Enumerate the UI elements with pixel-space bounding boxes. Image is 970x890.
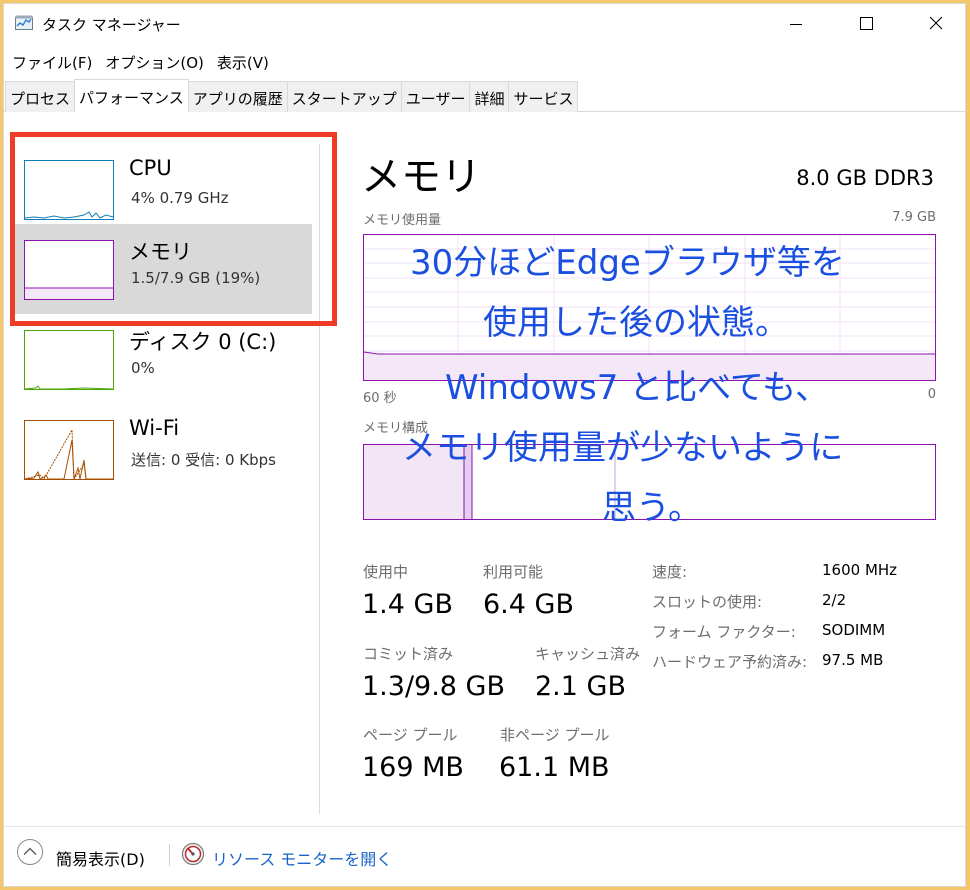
resource-name: メモリ [129, 240, 192, 264]
resource-name: ディスク 0 (C:) [129, 330, 277, 354]
committed-label: コミット済み [363, 645, 454, 663]
footer-divider [4, 826, 965, 827]
window-title: タスク マネージャー [42, 16, 181, 34]
resource-name: CPU [129, 156, 172, 180]
hardware-reserved-value: 97.5 MB [822, 651, 884, 669]
resource-item-disk[interactable]: ディスク 0 (C:) 0% [14, 314, 312, 404]
memory-mini-graph [24, 240, 114, 300]
available-label: 利用可能 [483, 563, 544, 581]
footer-separator [169, 844, 170, 866]
speed-label: 速度: [652, 563, 688, 581]
nonpaged-pool-value: 61.1 MB [499, 752, 610, 783]
task-manager-app-icon [15, 15, 33, 30]
tab-services[interactable]: サービス [508, 81, 579, 112]
close-button[interactable] [924, 12, 948, 36]
annotation-line-4: メモリ使用量が少ないように [402, 428, 844, 468]
fewer-details-button[interactable]: 簡易表示(D) [56, 846, 145, 870]
committed-value: 1.3/9.8 GB [362, 671, 506, 702]
slots-value: 2/2 [822, 591, 847, 609]
disk-mini-graph [24, 330, 114, 390]
memory-spec: 8.0 GB DDR3 [796, 166, 934, 190]
resource-detail: 1.5/7.9 GB (19%) [131, 269, 261, 287]
tab-startup[interactable]: スタートアップ [286, 81, 402, 112]
resource-detail: 0% [131, 359, 155, 377]
speed-value: 1600 MHz [822, 561, 898, 579]
paged-pool-label: ページ プール [363, 726, 458, 744]
menu-options[interactable]: オプション(O) [100, 48, 209, 72]
panel-divider [319, 144, 320, 814]
available-value: 6.4 GB [483, 589, 574, 620]
maximize-button[interactable] [854, 12, 878, 36]
annotation-line-3: Windows7 と比べても、 [445, 368, 830, 408]
tab-app-history[interactable]: アプリの履歴 [187, 81, 288, 112]
form-factor-label: フォーム ファクター: [652, 623, 796, 641]
tab-details[interactable]: 詳細 [469, 81, 510, 112]
usage-graph-label: メモリ使用量 [363, 213, 442, 228]
wifi-mini-graph [24, 420, 114, 480]
cpu-mini-graph [24, 160, 114, 220]
minimize-button[interactable] [784, 12, 808, 36]
page-title: メモリ [361, 154, 481, 200]
slots-label: スロットの使用: [652, 593, 763, 611]
resource-item-cpu[interactable]: CPU 4% 0.79 GHz [14, 144, 312, 234]
tab-bar: プロセス パフォーマンス アプリの履歴 スタートアップ ユーザー 詳細 サービス [4, 79, 965, 112]
task-manager-window: タスク マネージャー ファイル(F) オプション(O) 表示(V) プロセス パ… [3, 3, 966, 887]
hardware-reserved-label: ハードウェア予約済み: [652, 653, 808, 671]
usage-graph-max: 7.9 GB [892, 210, 936, 225]
graph-time-end: 0 [927, 387, 936, 402]
resource-item-wifi[interactable]: Wi-Fi 送信: 0 受信: 0 Kbps [14, 404, 312, 494]
form-factor-value: SODIMM [822, 621, 886, 639]
fewer-details-chevron-icon[interactable] [16, 838, 44, 866]
annotation-line-2: 使用した後の状態。 [483, 303, 789, 343]
paged-pool-value: 169 MB [362, 752, 464, 783]
resource-detail: 4% 0.79 GHz [131, 189, 229, 207]
tab-performance[interactable]: パフォーマンス [74, 79, 189, 112]
tab-users[interactable]: ユーザー [400, 81, 471, 112]
menu-bar: ファイル(F) オプション(O) 表示(V) [4, 48, 274, 72]
tab-processes[interactable]: プロセス [5, 81, 76, 112]
resource-detail: 送信: 0 受信: 0 Kbps [131, 451, 276, 469]
resource-monitor-icon [181, 842, 205, 866]
menu-file[interactable]: ファイル(F) [7, 48, 97, 72]
graph-time-start: 60 秒 [363, 391, 397, 406]
in-use-value: 1.4 GB [362, 589, 453, 620]
cached-value: 2.1 GB [535, 671, 626, 702]
annotation-line-1: 30分ほどEdgeブラウザ等を [410, 243, 845, 283]
cached-label: キャッシュ済み [535, 645, 641, 663]
title-bar: タスク マネージャー [4, 4, 965, 44]
resource-name: Wi-Fi [129, 416, 180, 440]
nonpaged-pool-label: 非ページ プール [500, 726, 610, 744]
in-use-label: 使用中 [363, 563, 409, 581]
annotation-line-5: 思う。 [602, 488, 702, 528]
resource-item-memory[interactable]: メモリ 1.5/7.9 GB (19%) [14, 224, 312, 314]
open-resource-monitor-link[interactable]: リソース モニターを開く [212, 846, 392, 870]
menu-view[interactable]: 表示(V) [212, 48, 274, 72]
